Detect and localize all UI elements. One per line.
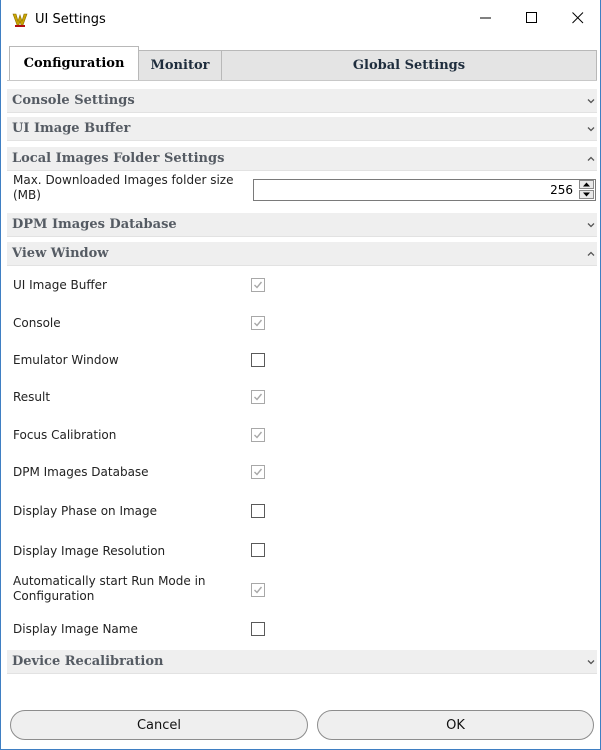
- view-item-label: Display Phase on Image: [13, 504, 158, 518]
- view-item-label: Console: [13, 316, 61, 330]
- ok-button[interactable]: OK: [317, 710, 594, 740]
- auto-start-run-mode-checkbox[interactable]: [251, 583, 265, 597]
- emulator-window-checkbox[interactable]: [251, 353, 265, 367]
- close-button[interactable]: [555, 0, 600, 36]
- window-title: UI Settings: [35, 12, 106, 27]
- section-title: Console Settings: [12, 93, 135, 108]
- section-ui-image-buffer[interactable]: UI Image Buffer: [7, 117, 597, 141]
- section-title: Device Recalibration: [12, 654, 164, 669]
- max-folder-size-value[interactable]: 256: [550, 183, 573, 197]
- section-view-window[interactable]: View Window: [7, 242, 597, 266]
- view-item-label: Emulator Window: [13, 353, 119, 367]
- max-folder-size-label: Max. Downloaded Images folder size (MB): [13, 173, 234, 202]
- view-item-label: Display Image Resolution: [13, 544, 166, 558]
- minimize-icon: [480, 17, 491, 19]
- checkmark-icon: [254, 319, 263, 327]
- view-item-label: Display Image Name: [13, 622, 138, 636]
- max-folder-size-stepper[interactable]: 256: [253, 179, 596, 201]
- ui-settings-window: UI Settings Configuration Monitor Global…: [0, 0, 601, 750]
- tab-monitor[interactable]: Monitor: [138, 50, 222, 80]
- view-item-label: DPM Images Database: [13, 465, 149, 479]
- section-console-settings[interactable]: Console Settings: [7, 89, 597, 113]
- section-title: Local Images Folder Settings: [12, 151, 225, 166]
- tab-bar: Configuration Monitor Global Settings: [7, 44, 597, 80]
- spin-buttons: [578, 180, 595, 200]
- chevron-down-icon: [587, 223, 595, 228]
- checkmark-icon: [254, 431, 263, 439]
- title-bar[interactable]: UI Settings: [1, 0, 600, 40]
- ui-image-buffer-checkbox[interactable]: [251, 278, 265, 292]
- chevron-down-icon: [587, 99, 595, 104]
- checkmark-icon: [254, 281, 263, 289]
- tab-configuration[interactable]: Configuration: [9, 46, 139, 80]
- maximize-icon: [526, 12, 537, 23]
- minimize-button[interactable]: [463, 0, 509, 36]
- arrow-down-icon: [583, 192, 590, 197]
- section-device-recalibration[interactable]: Device Recalibration: [7, 650, 597, 674]
- view-item-label: Automatically start Run Mode in Configur…: [13, 574, 206, 603]
- tab-global-settings[interactable]: Global Settings: [221, 50, 597, 80]
- section-dpm-images-database[interactable]: DPM Images Database: [7, 213, 597, 237]
- chevron-up-icon: [587, 251, 595, 256]
- console-checkbox[interactable]: [251, 316, 265, 330]
- checkmark-icon: [254, 393, 263, 401]
- focus-calibration-checkbox[interactable]: [251, 428, 265, 442]
- maximize-button[interactable]: [509, 0, 555, 36]
- section-title: View Window: [12, 246, 109, 261]
- section-title: DPM Images Database: [12, 217, 177, 232]
- display-image-resolution-checkbox[interactable]: [251, 543, 265, 557]
- arrow-up-icon: [583, 182, 590, 187]
- section-title: UI Image Buffer: [12, 121, 131, 136]
- close-icon: [572, 12, 584, 24]
- increment-button[interactable]: [579, 180, 594, 189]
- cancel-button[interactable]: Cancel: [10, 710, 308, 740]
- chevron-down-icon: [587, 660, 595, 665]
- display-image-name-checkbox[interactable]: [251, 622, 265, 636]
- result-checkbox[interactable]: [251, 390, 265, 404]
- view-item-label: UI Image Buffer: [13, 278, 107, 292]
- configuration-panel: Console Settings UI Image Buffer Local I…: [7, 80, 597, 681]
- section-local-images-folder[interactable]: Local Images Folder Settings: [7, 147, 597, 171]
- display-phase-checkbox[interactable]: [251, 504, 265, 518]
- dpm-images-database-checkbox[interactable]: [251, 465, 265, 479]
- view-item-label: Result: [13, 390, 51, 404]
- checkmark-icon: [254, 468, 263, 476]
- checkmark-icon: [254, 586, 263, 594]
- chevron-down-icon: [587, 127, 595, 132]
- view-item-label: Focus Calibration: [13, 428, 117, 442]
- chevron-up-icon: [587, 156, 595, 161]
- app-logo-icon: [12, 12, 28, 28]
- decrement-button[interactable]: [579, 190, 594, 199]
